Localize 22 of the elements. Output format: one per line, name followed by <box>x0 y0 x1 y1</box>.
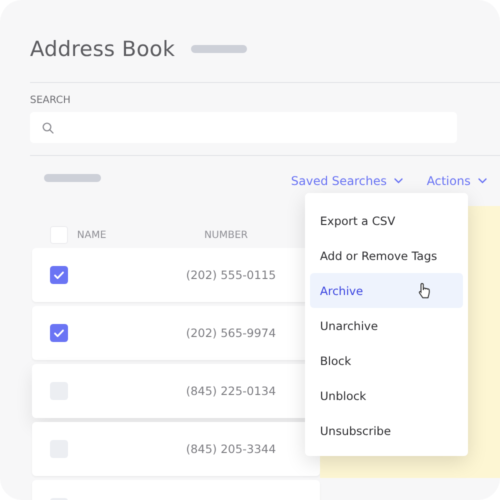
search-icon <box>42 122 54 134</box>
actions-dropdown[interactable]: Actions <box>426 174 487 188</box>
column-header: NAME <box>77 230 106 240</box>
hand-pointer-icon <box>418 282 432 299</box>
checkbox[interactable] <box>50 324 68 342</box>
phone-number: (202) 555-0115 <box>186 267 276 284</box>
page-title: Address Book <box>30 37 175 61</box>
chevron-down-icon <box>478 178 487 184</box>
search-field[interactable] <box>30 112 457 143</box>
search-label: SEARCH <box>30 95 70 106</box>
menu-item[interactable]: Archive <box>310 273 463 308</box>
chevron-down-icon <box>394 178 403 184</box>
phone-number: (202) 565-9974 <box>186 325 276 342</box>
placeholder-bar <box>190 45 247 53</box>
placeholder-bar <box>44 174 101 182</box>
checkbox[interactable] <box>50 266 68 284</box>
menu-item[interactable]: Export a CSV <box>310 203 463 238</box>
saved-searches-dropdown[interactable]: Saved Searches <box>291 174 403 188</box>
table-row[interactable]: (845) 205-3344 <box>32 422 320 476</box>
phone-number: (845) 205-3344 <box>186 441 276 458</box>
phone-number: (845) 225-0134 <box>186 383 276 400</box>
column-header: NUMBER <box>204 230 248 240</box>
